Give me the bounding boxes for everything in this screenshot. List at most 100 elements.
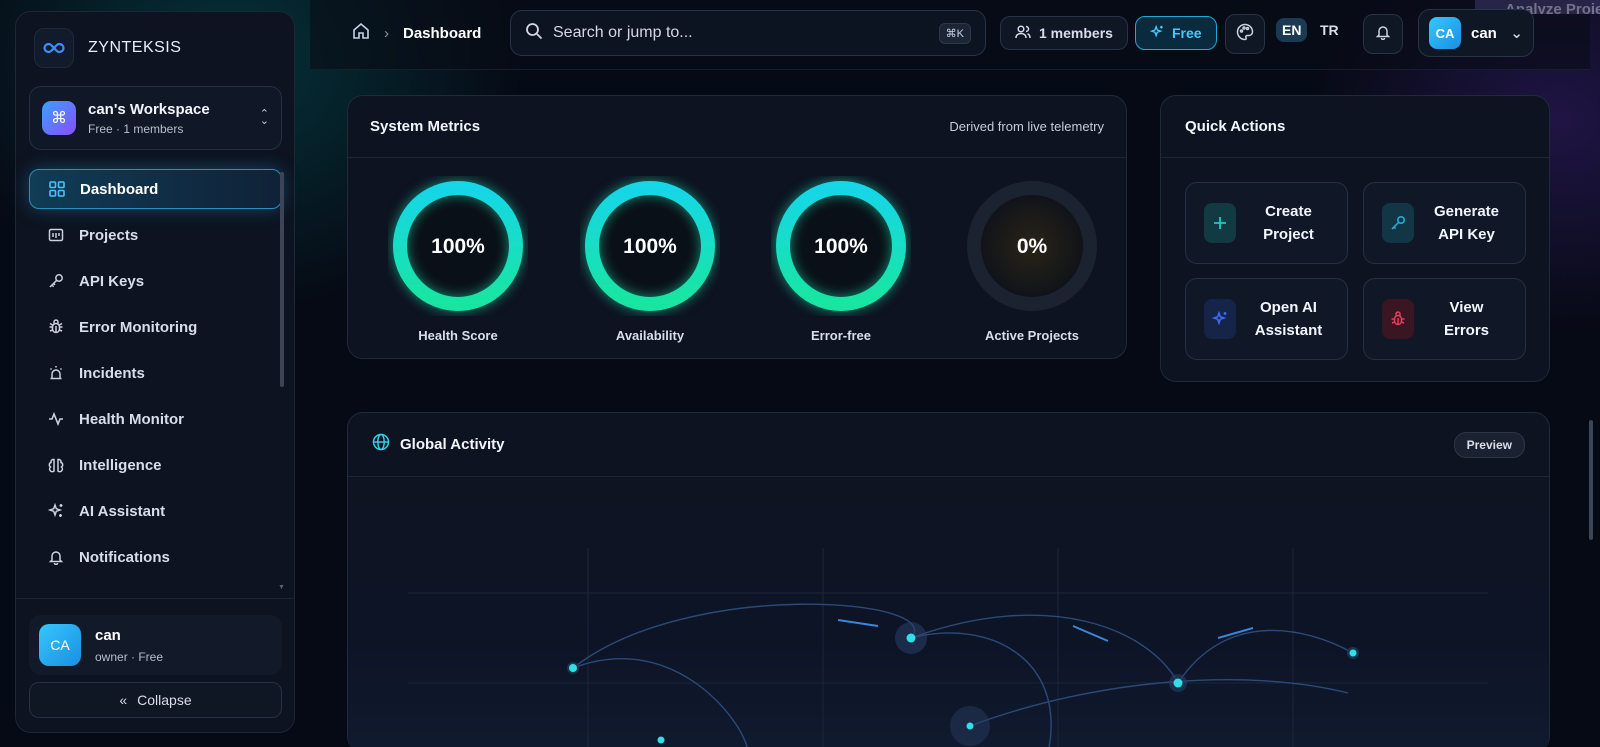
card-title: System Metrics	[370, 118, 481, 135]
sidebar-item-api-keys[interactable]: API Keys	[29, 261, 282, 301]
activity-map[interactable]	[348, 478, 1549, 747]
sidebar: ZYNTEKSIS ⌘ can's Workspace Free · 1 mem…	[15, 11, 295, 733]
bell-icon	[1375, 24, 1391, 45]
sidebar-item-label: Incidents	[79, 364, 145, 382]
gauge-availability: 100% Availability	[580, 176, 720, 343]
create-project-button[interactable]: Create Project	[1185, 182, 1348, 264]
bell-icon	[47, 548, 65, 566]
workspace-switcher[interactable]: ⌘ can's Workspace Free · 1 members ⌃ ⌄	[29, 86, 282, 150]
search-shortcut: ⌘K	[938, 22, 971, 44]
lang-en-button[interactable]: EN	[1276, 18, 1308, 42]
gauge-label: Error-free	[811, 328, 871, 343]
search-icon	[525, 22, 543, 45]
notifications-button[interactable]	[1363, 14, 1403, 54]
gauge-health-score: 100% Health Score	[388, 176, 528, 343]
user-menu[interactable]: CA can ⌄	[1418, 9, 1534, 57]
bug-icon	[1382, 299, 1414, 339]
qa-label-line: View	[1449, 299, 1484, 316]
sparkles-icon	[1204, 299, 1236, 339]
members-label: 1 members	[1039, 25, 1113, 41]
sidebar-item-label: Health Monitor	[79, 410, 184, 428]
lang-tr-button[interactable]: TR	[1320, 22, 1339, 38]
gauge-ring: 100%	[585, 181, 715, 311]
sidebar-item-label: API Keys	[79, 272, 145, 290]
scroll-down-icon[interactable]: ▼	[278, 584, 285, 591]
user-name: can	[95, 626, 121, 644]
gauge-label: Health Score	[418, 328, 498, 343]
theme-button[interactable]	[1225, 14, 1265, 54]
qa-label: Open AI Assistant	[1248, 296, 1329, 342]
bug-icon	[47, 318, 65, 336]
sidebar-item-label: Notifications	[79, 548, 170, 566]
sidebar-item-incidents[interactable]: Incidents	[29, 353, 282, 393]
sidebar-item-notifications[interactable]: Notifications	[29, 537, 282, 577]
users-icon	[1015, 24, 1031, 43]
plus-icon	[1204, 203, 1236, 243]
pulse-icon	[47, 410, 65, 428]
qa-label-line: Errors	[1443, 322, 1490, 339]
gauge-label: Availability	[615, 328, 685, 343]
gauge-ring: 100%	[776, 181, 906, 311]
sidebar-item-ai-assistant[interactable]: AI Assistant	[29, 491, 282, 531]
sidebar-item-label: Dashboard	[80, 180, 159, 198]
sidebar-item-dashboard[interactable]: Dashboard	[29, 169, 282, 209]
qa-label: Create Project	[1248, 200, 1329, 246]
command-icon: ⌘	[42, 101, 76, 135]
sparkles-icon	[47, 502, 65, 520]
divider	[16, 598, 294, 599]
brain-icon	[47, 456, 65, 474]
qa-label-line: Project	[1263, 226, 1314, 243]
gauge-value: 0%	[1017, 235, 1048, 258]
gauge-error-free: 100% Error-free	[771, 176, 911, 343]
user-card[interactable]: CA can owner · Free	[29, 615, 282, 675]
qa-label-line: Open AI	[1260, 299, 1317, 316]
plan-label: Free	[1172, 25, 1202, 41]
collapse-button[interactable]: « Collapse	[29, 682, 282, 718]
plan-button[interactable]: Free	[1135, 16, 1217, 50]
breadcrumb-current: Dashboard	[403, 24, 482, 42]
sidebar-scrollbar[interactable]	[280, 172, 284, 387]
siren-icon	[47, 364, 65, 382]
home-icon[interactable]	[352, 22, 370, 44]
search-bar[interactable]: ⌘K	[510, 10, 986, 56]
gauge-value: 100%	[623, 235, 677, 258]
user-menu-name: can	[1471, 24, 1497, 42]
sidebar-item-label: Error Monitoring	[79, 318, 198, 336]
chevrons-updown-icon: ⌃ ⌄	[259, 108, 269, 127]
palette-icon	[1236, 23, 1254, 46]
sidebar-nav: Dashboard Projects API Keys Error Monito…	[29, 169, 282, 583]
view-errors-button[interactable]: View Errors	[1363, 278, 1526, 360]
globe-icon	[372, 433, 390, 456]
key-icon	[1382, 203, 1414, 243]
sidebar-item-health-monitor[interactable]: Health Monitor	[29, 399, 282, 439]
sidebar-item-intelligence[interactable]: Intelligence	[29, 445, 282, 485]
chevron-down-icon: ⌄	[1510, 25, 1523, 42]
grid-icon	[48, 180, 66, 198]
qa-label: Generate API Key	[1426, 200, 1507, 246]
page-scrollbar[interactable]	[1589, 420, 1593, 540]
qa-label-line: Assistant	[1254, 322, 1323, 339]
gauge-active-projects: 0% Active Projects	[962, 176, 1102, 343]
gauge-ring: 100%	[393, 181, 523, 311]
topbar: › Dashboard ⌘K Analyze Project 1 members…	[310, 0, 1600, 70]
quick-actions-card: Quick Actions Create Project Generate API …	[1160, 95, 1550, 382]
open-ai-assistant-button[interactable]: Open AI Assistant	[1185, 278, 1348, 360]
card-title: Global Activity	[400, 436, 505, 453]
sparkles-icon	[1149, 24, 1164, 42]
gauge-value: 100%	[431, 235, 485, 258]
sidebar-item-projects[interactable]: Projects	[29, 215, 282, 255]
members-button[interactable]: 1 members	[1000, 16, 1128, 50]
infinity-logo-icon	[34, 28, 74, 68]
brand[interactable]: ZYNTEKSIS	[34, 28, 181, 68]
user-role: owner · Free	[95, 649, 164, 664]
sidebar-item-label: Projects	[79, 226, 139, 244]
sidebar-item-error-monitoring[interactable]: Error Monitoring	[29, 307, 282, 347]
qa-label-line: Generate	[1433, 203, 1500, 220]
global-activity-card: Global Activity Preview	[347, 412, 1550, 747]
system-metrics-card: System Metrics Derived from live telemet…	[347, 95, 1127, 359]
brand-name: ZYNTEKSIS	[88, 39, 182, 56]
activity-map-graphic	[408, 548, 1488, 747]
map-nodes	[567, 622, 1359, 746]
generate-api-key-button[interactable]: Generate API Key	[1363, 182, 1526, 264]
search-input[interactable]	[553, 24, 929, 42]
